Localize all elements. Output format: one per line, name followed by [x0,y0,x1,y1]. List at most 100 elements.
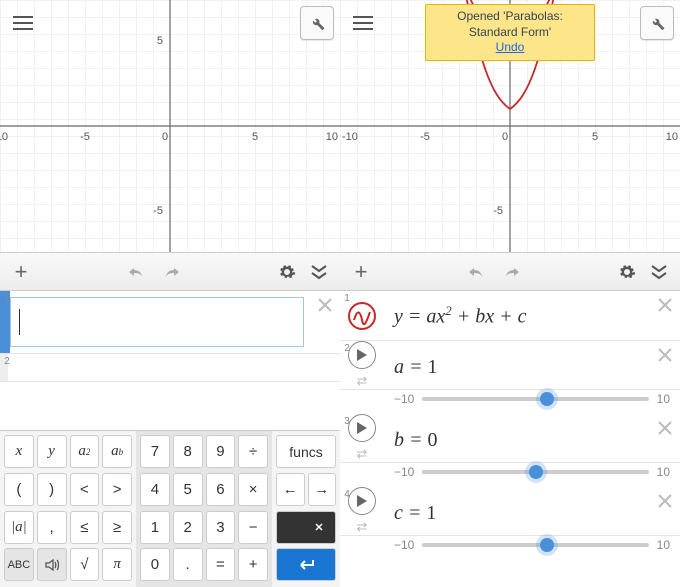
redo-button-right[interactable] [497,259,523,285]
undo-button-left[interactable] [125,259,151,285]
settings-button-right[interactable] [640,6,674,40]
key-0[interactable]: 0 [140,548,170,581]
key-plus[interactable]: + [238,548,268,581]
key-3[interactable]: 3 [206,511,236,544]
key-a-power-b[interactable]: ab [102,435,132,468]
svg-text:-5: -5 [153,205,163,217]
graph-area-left[interactable]: -10 -5 0 5 10 5 -5 [0,0,340,253]
key-gt[interactable]: > [102,473,132,506]
key-rparen[interactable]: ) [37,473,67,506]
key-sqrt[interactable]: √ [70,548,100,581]
key-dot[interactable]: . [173,548,203,581]
undo-icon [128,265,148,279]
expression-row-2[interactable]: 2 [0,354,340,382]
key-1[interactable]: 1 [140,511,170,544]
slider-max[interactable]: 10 [657,538,670,552]
wrench-icon [308,14,326,32]
graph-area-right[interactable]: -10 -5 0 5 10 5 -5 Opened 'Parabolas: St… [340,0,680,253]
key-4[interactable]: 4 [140,473,170,506]
slider-track[interactable] [422,397,648,401]
hamburger-icon [13,16,33,30]
expression-row-func[interactable]: 1 y = ax2 + bx + c [340,291,680,341]
loop-mode-button[interactable]: ⇄ [357,373,368,389]
key-7[interactable]: 7 [140,435,170,468]
key-ge[interactable]: ≥ [102,511,132,544]
slider-max[interactable]: 10 [657,465,670,479]
close-icon [657,347,673,363]
key-abs[interactable]: |a| [4,511,34,544]
slider-min[interactable]: −10 [394,538,414,552]
key-minus[interactable]: − [238,511,268,544]
key-le[interactable]: ≤ [70,511,100,544]
key-lparen[interactable]: ( [4,473,34,506]
key-comma[interactable]: , [37,511,67,544]
add-expression-button[interactable]: + [348,259,374,285]
menu-button-right[interactable] [346,6,380,40]
key-right[interactable]: → [308,473,337,506]
collapse-button-right[interactable] [646,259,672,285]
slider-thumb[interactable] [540,392,554,406]
expression-row-slider[interactable]: 3 ⇄ b = 0 [340,414,680,463]
key-pi[interactable]: π [102,548,132,581]
expression-index: 2 [0,356,14,367]
slider-track[interactable] [422,470,648,474]
redo-icon [500,265,520,279]
key-abc[interactable]: ABC [4,548,34,581]
delete-expression-button[interactable] [650,341,680,389]
key-6[interactable]: 6 [206,473,236,506]
undo-icon [468,265,488,279]
key-9[interactable]: 9 [206,435,236,468]
collapse-button-left[interactable] [306,259,332,285]
key-multiply[interactable]: × [238,473,268,506]
toast-undo-link[interactable]: Undo [496,40,525,54]
loop-mode-button[interactable]: ⇄ [357,446,368,462]
delete-expression-button[interactable] [650,414,680,462]
undo-button-right[interactable] [465,259,491,285]
svg-text:10: 10 [326,131,338,143]
expression-input[interactable] [10,297,304,347]
delete-expression-button[interactable] [650,291,680,340]
key-5[interactable]: 5 [173,473,203,506]
menu-button-left[interactable] [6,6,40,40]
settings-gear-left[interactable] [274,259,300,285]
key-divide[interactable]: ÷ [238,435,268,468]
key-a-squared[interactable]: a2 [70,435,100,468]
expression-row-slider[interactable]: 2 ⇄ a = 1 [340,341,680,390]
key-equals[interactable]: = [206,548,236,581]
svg-text:-10: -10 [0,131,8,143]
slider-thumb[interactable] [540,538,554,552]
settings-button-left[interactable] [300,6,334,40]
expression-row-slider[interactable]: 4 ⇄ c = 1 [340,487,680,536]
slider-max[interactable]: 10 [657,392,670,406]
key-funcs[interactable]: funcs [276,435,336,468]
key-enter[interactable] [276,548,336,581]
expression-color-icon[interactable] [348,302,376,330]
settings-gear-right[interactable] [614,259,640,285]
key-2[interactable]: 2 [173,511,203,544]
add-expression-button[interactable]: + [8,259,34,285]
delete-expression-button[interactable] [310,291,340,353]
slider-thumb[interactable] [529,465,543,479]
slider-min[interactable]: −10 [394,465,414,479]
key-backspace[interactable] [276,511,336,544]
key-left[interactable]: ← [276,473,305,506]
slider-track[interactable] [422,543,648,547]
speaker-icon [45,558,59,572]
toolbar-right: + [340,253,680,291]
delete-expression-button[interactable] [650,487,680,535]
key-8[interactable]: 8 [173,435,203,468]
key-x[interactable]: x [4,435,34,468]
slider-label: b = 0 [384,414,650,462]
key-audio[interactable] [37,548,67,581]
backspace-icon [307,520,327,534]
redo-button-left[interactable] [157,259,183,285]
slider-min[interactable]: −10 [394,392,414,406]
expression-list-right: 1 y = ax2 + bx + c 2 [340,291,680,587]
expression-row-1[interactable]: 1 [0,291,340,354]
hamburger-icon [353,16,373,30]
left-pane: -10 -5 0 5 10 5 -5 + [0,0,340,587]
key-y[interactable]: y [37,435,67,468]
loop-mode-button[interactable]: ⇄ [357,519,368,535]
chevron-double-down-icon [650,264,668,280]
key-lt[interactable]: < [70,473,100,506]
